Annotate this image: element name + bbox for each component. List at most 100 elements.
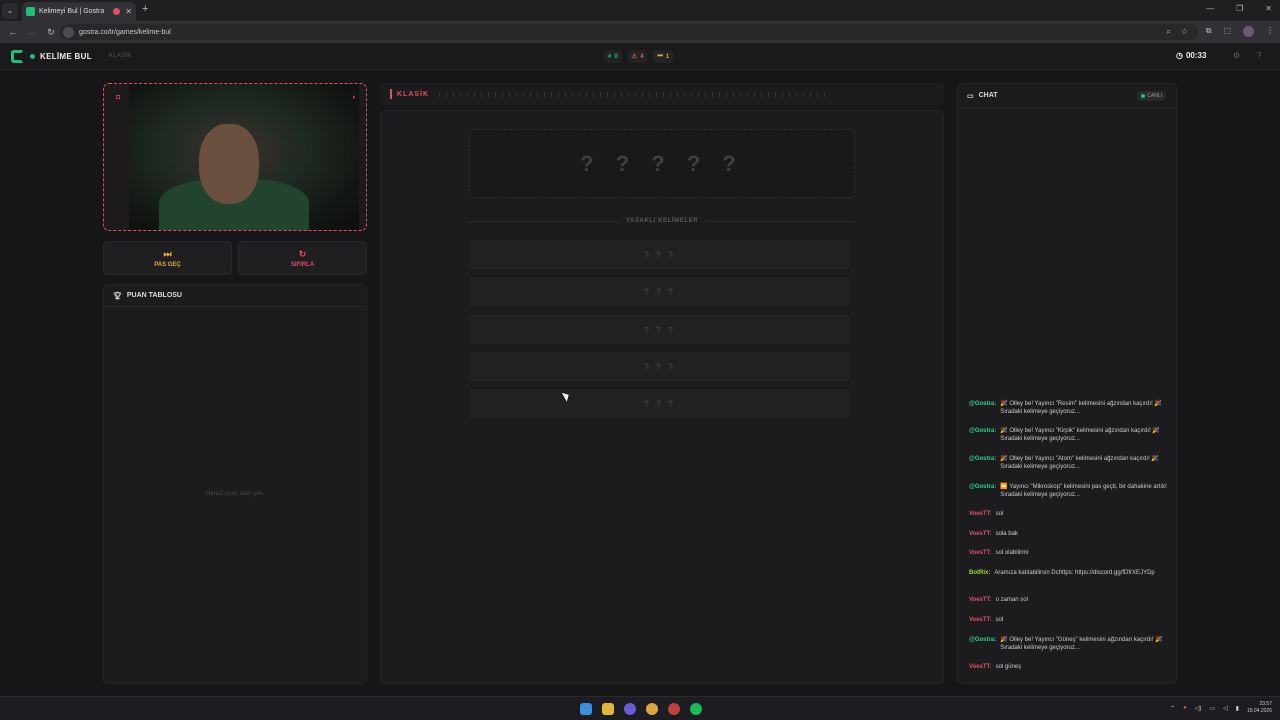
extensions-icon[interactable]: ⬚ bbox=[1223, 26, 1231, 37]
game-title: KELİME BUL bbox=[40, 51, 92, 61]
help-icon[interactable]: ? bbox=[1257, 51, 1261, 60]
gostra-logo-icon[interactable] bbox=[11, 49, 24, 63]
tab-title: Kelimeyi Bul | Gostra bbox=[39, 8, 105, 15]
chat-message: @Gostra: 🎉 Olley be! Yayıncı "Resim" keli… bbox=[969, 400, 1169, 416]
chat-text: 🎉 Olley be! Yayıncı "Kirpik" kelimesini … bbox=[1000, 428, 1160, 442]
forbidden-word: ? ? ? bbox=[469, 277, 850, 306]
close-tab-icon[interactable]: ✕ bbox=[125, 7, 132, 16]
leaderboard-panel: 🏆︎ PUAN TABLOSU Henüz puan alan yok. bbox=[103, 284, 367, 684]
site-info-icon[interactable] bbox=[63, 26, 74, 38]
chat-message: @Gostra: 🎉 Olley be! Yayıncı "Kirpik" kel… bbox=[969, 427, 1169, 443]
chat-text: ⏩ Yayıncı "Mikroskop" kelimesini pas geç… bbox=[1000, 484, 1167, 498]
pass-stat: ⏭ 1 bbox=[653, 50, 674, 63]
mute-icon[interactable]: ◗ bbox=[352, 94, 356, 101]
chrome-alt-icon[interactable] bbox=[668, 703, 680, 715]
trophy-icon: 🏆︎ bbox=[113, 292, 122, 300]
new-tab-button[interactable]: + bbox=[142, 3, 148, 15]
mode-bar: KLASİK bbox=[380, 83, 944, 105]
address-bar[interactable]: gostra.co/tr/games/kelime-bul ⌕ ☆ bbox=[60, 24, 1198, 40]
network-icon[interactable]: ▭ bbox=[1209, 705, 1215, 712]
leaderboard-header: 🏆︎ PUAN TABLOSU bbox=[104, 285, 366, 307]
tray-time: 23:57 bbox=[1259, 701, 1272, 707]
chat-user[interactable]: VoesTT: bbox=[969, 596, 992, 604]
mode-accent bbox=[390, 89, 392, 99]
volume-icon[interactable]: ◁ bbox=[1223, 705, 1228, 712]
skip-icon: ⏭ bbox=[163, 248, 172, 259]
forbidden-word: ? ? ? bbox=[469, 352, 850, 381]
mic-icon[interactable]: ● bbox=[1183, 705, 1187, 711]
discord-icon[interactable] bbox=[624, 703, 636, 715]
chat-user[interactable]: VoesTT: bbox=[969, 663, 992, 671]
file-explorer-icon[interactable] bbox=[602, 703, 614, 715]
chat-user[interactable]: @Gostra: bbox=[969, 636, 996, 652]
chat-text: sola bak bbox=[995, 531, 1018, 537]
tab-search-button[interactable]: ⌄ bbox=[2, 2, 18, 19]
forbidden-word: ? ? ? bbox=[469, 315, 850, 344]
correct-stat: #0 bbox=[604, 50, 622, 63]
chat-text: sol bbox=[995, 617, 1004, 623]
score-stats: #0 ⚠ 4 ⏭ 1 bbox=[604, 50, 674, 63]
back-icon[interactable]: ← bbox=[7, 27, 19, 37]
reload-icon[interactable]: ↻ bbox=[45, 27, 57, 38]
chat-text: sol güneş bbox=[995, 664, 1022, 670]
chat-text: o zaman sol bbox=[995, 597, 1028, 603]
tray-clock[interactable]: 23:57 15.04.2026 bbox=[1247, 701, 1272, 715]
chat-user[interactable]: VoesTT: bbox=[969, 616, 992, 624]
camera-off-icon[interactable]: ◘ bbox=[116, 94, 120, 101]
restore-button[interactable]: ❐ bbox=[1236, 4, 1243, 13]
browser-toolbar: ← → ↻ gostra.co/tr/games/kelime-bul ⌕ ☆ … bbox=[0, 21, 1280, 43]
zoom-icon[interactable]: ⌕ bbox=[1166, 27, 1170, 37]
chat-user[interactable]: BotRix: bbox=[969, 569, 990, 577]
battery-icon[interactable]: ▮ bbox=[1236, 705, 1239, 712]
recording-icon bbox=[113, 8, 121, 15]
spotify-icon[interactable] bbox=[690, 703, 702, 715]
chat-message: VoesTT: sol bbox=[969, 510, 1169, 518]
menu-dots-icon[interactable]: ⋮ bbox=[1266, 26, 1274, 37]
chat-message: @Gostra: 🎉 Olley be! Yayıncı "Atom" kelim… bbox=[969, 455, 1169, 471]
browser-tab[interactable]: Kelimeyi Bul | Gostra ✕ bbox=[22, 2, 136, 21]
tray-chevron-icon[interactable]: ⌃ bbox=[1170, 705, 1175, 712]
chat-user[interactable]: @Gostra: bbox=[969, 483, 996, 499]
hidden-word: ? ? ? ? ? bbox=[469, 129, 855, 198]
chat-bubble-icon: ▭ bbox=[967, 92, 974, 100]
wrong-count: 4 bbox=[640, 53, 644, 60]
leaderboard-empty-text: Henüz puan alan yok. bbox=[205, 491, 265, 497]
windows-start-icon[interactable] bbox=[580, 703, 592, 715]
chat-message: VoesTT: sol olabilirmi bbox=[969, 549, 1169, 557]
reset-button[interactable]: ↻ SIFIRLA bbox=[238, 241, 367, 275]
gostra-favicon-icon bbox=[26, 7, 35, 16]
chat-text: sol olabilirmi bbox=[995, 550, 1029, 556]
forbidden-title: YASAKLI KELİMELER bbox=[625, 218, 699, 224]
chat-user[interactable]: VoesTT: bbox=[969, 510, 992, 518]
chat-user[interactable]: @Gostra: bbox=[969, 400, 996, 416]
chat-user[interactable]: VoesTT: bbox=[969, 549, 992, 557]
mode-bar-label: KLASİK bbox=[397, 90, 430, 98]
chrome-icon[interactable] bbox=[646, 703, 658, 715]
chat-text: 🎉 Olley be! Yayıncı "Güneş" kelimesini a… bbox=[1000, 637, 1163, 651]
pass-button[interactable]: ⏭ PAS GEÇ bbox=[103, 241, 232, 275]
forward-icon[interactable]: → bbox=[26, 27, 38, 37]
chat-text: Aramıza katılabilirsin Dchttps: https://… bbox=[994, 570, 1155, 576]
streamer-head bbox=[199, 124, 259, 204]
chat-user[interactable]: @Gostra: bbox=[969, 427, 996, 443]
profile-avatar[interactable] bbox=[1243, 26, 1254, 37]
speaker-icon[interactable]: ◁) bbox=[1195, 705, 1202, 712]
timer-value: 00:33 bbox=[1185, 51, 1207, 60]
skip-icon: ⏭ bbox=[657, 53, 663, 59]
settings-icon[interactable]: ⚙ bbox=[1233, 51, 1240, 60]
chat-text: 🎉 Olley be! Yayıncı "Atom" kelimesini ağ… bbox=[1000, 456, 1159, 470]
webcam-frame: ◘ ◗ bbox=[103, 83, 367, 231]
chat-user[interactable]: VoesTT: bbox=[969, 530, 992, 538]
minimize-button[interactable]: — bbox=[1206, 4, 1214, 13]
bookmark-star-icon[interactable]: ☆ bbox=[1181, 27, 1188, 37]
chat-message: VoesTT: sola bak bbox=[969, 530, 1169, 538]
progress-ticks bbox=[439, 91, 826, 97]
app-header: KELİME BUL KLASİK #0 ⚠ 4 ⏭ 1 ◷ 00:33 ⚙ ? bbox=[0, 43, 1280, 70]
clock-icon: ◷ bbox=[1176, 51, 1183, 60]
url-text: gostra.co/tr/games/kelime-bul bbox=[79, 28, 171, 36]
chat-user[interactable]: @Gostra: bbox=[969, 455, 996, 471]
chat-text: 🎉 Olley be! Yayıncı "Resim" kelimesini a… bbox=[1000, 401, 1162, 415]
translate-icon[interactable]: ⧉ bbox=[1206, 26, 1212, 37]
windows-taskbar: ⌃ ● ◁) ▭ ◁ ▮ 23:57 15.04.2026 bbox=[0, 696, 1280, 720]
close-window-button[interactable]: ✕ bbox=[1265, 4, 1272, 13]
